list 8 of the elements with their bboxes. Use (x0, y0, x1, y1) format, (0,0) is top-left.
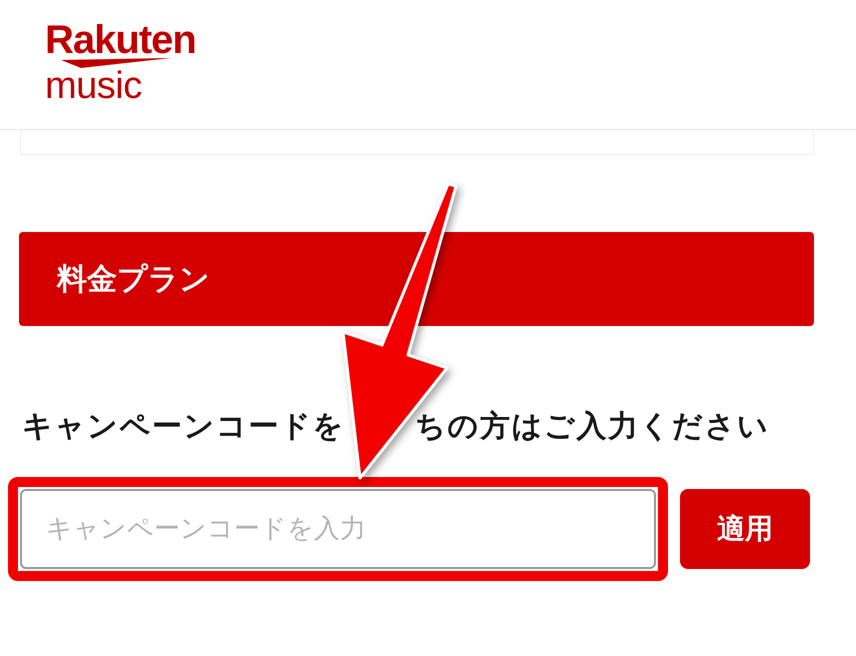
swoosh-icon (61, 58, 171, 68)
apply-button[interactable]: 適用 (680, 489, 810, 569)
code-input-field[interactable]: キャンペーンコードを入力 (20, 489, 656, 569)
logo-product: music (45, 68, 143, 104)
campaign-heading: キャンペーンコードを (22, 408, 345, 446)
logo-brand: Rakuten (45, 20, 196, 60)
campaign-heading: ちの方はご入力ください (415, 408, 770, 446)
plan-title: 料金プラン (57, 260, 210, 298)
